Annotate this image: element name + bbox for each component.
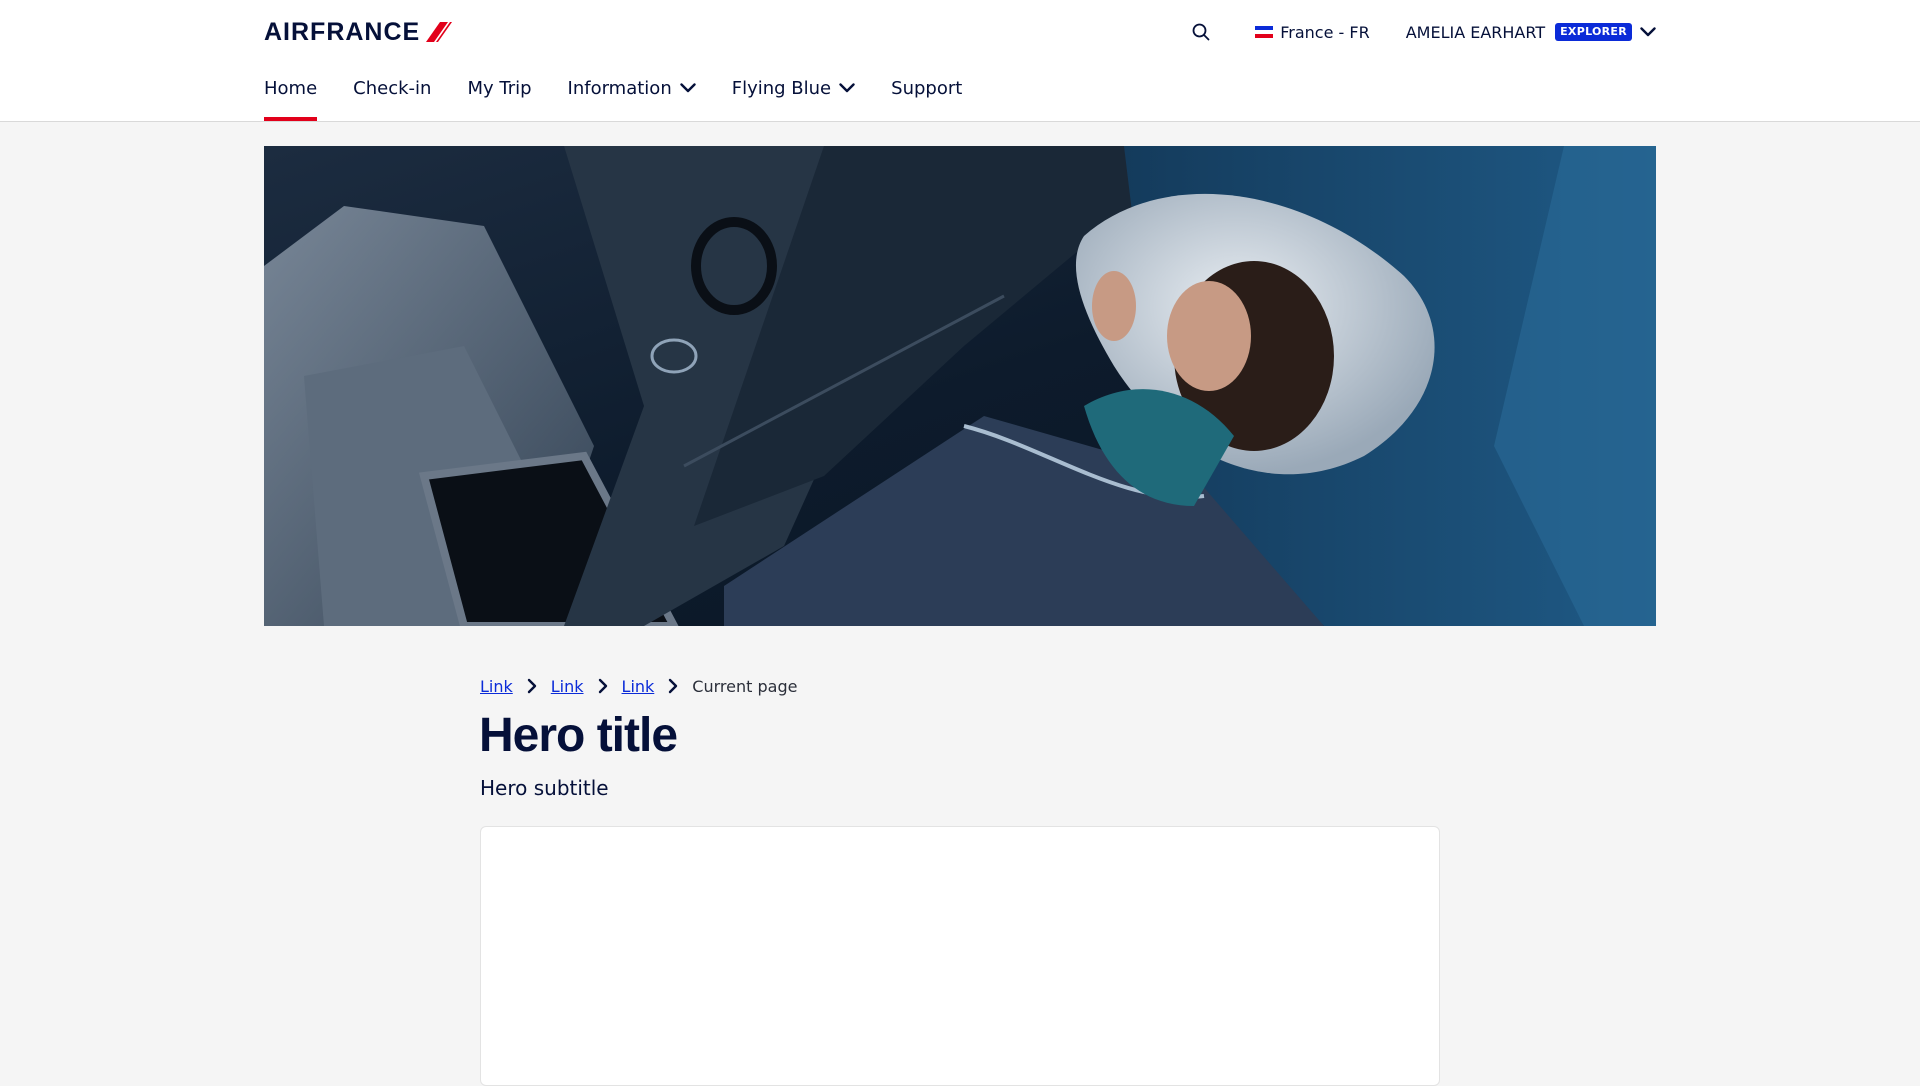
nav-item-home[interactable]: Home xyxy=(264,72,318,121)
nav-item-label: Check-in xyxy=(353,77,432,99)
breadcrumb-link[interactable]: Link xyxy=(480,677,513,696)
site-header: AIRFRANCE France - FR AMELIA EARHART EXP… xyxy=(0,0,1920,122)
nav-item-my-trip[interactable]: My Trip xyxy=(467,72,531,104)
nav-item-label: Flying Blue xyxy=(731,77,832,99)
flag-icon xyxy=(1255,26,1274,38)
search-icon xyxy=(1192,23,1210,41)
nav-item-label: Support xyxy=(891,77,963,99)
locale-label: France - FR xyxy=(1280,22,1370,42)
search-button[interactable] xyxy=(1185,16,1217,48)
breadcrumb: Link Link Link Current page xyxy=(480,674,797,698)
nav-item-flying-blue[interactable]: Flying Blue xyxy=(732,72,855,104)
tier-badge: EXPLORER xyxy=(1555,23,1632,41)
chevron-right-icon xyxy=(598,678,608,694)
chevron-right-icon xyxy=(527,678,537,694)
utility-bar: France - FR AMELIA EARHART EXPLORER xyxy=(1185,16,1656,48)
nav-item-label: Home xyxy=(264,77,318,99)
chevron-down-icon xyxy=(1640,27,1656,37)
chevron-down-icon xyxy=(680,83,696,93)
hero-illustration xyxy=(264,146,1656,626)
hero-image xyxy=(264,146,1656,626)
nav-item-label: My Trip xyxy=(467,77,532,99)
logo-wordmark: AIRFRANCE xyxy=(264,18,421,46)
user-name: AMELIA EARHART xyxy=(1405,22,1546,42)
main-nav: Home Check-in My Trip Information Flying… xyxy=(264,72,998,122)
airfrance-logo[interactable]: AIRFRANCE xyxy=(264,18,453,46)
page-subtitle: Hero subtitle xyxy=(480,776,609,800)
nav-item-label: Information xyxy=(567,77,672,99)
chevron-right-icon xyxy=(668,678,678,694)
logo-stripe-icon xyxy=(426,22,453,42)
breadcrumb-current: Current page xyxy=(692,676,798,696)
nav-item-check-in[interactable]: Check-in xyxy=(353,72,431,104)
breadcrumb-link[interactable]: Link xyxy=(551,677,584,696)
locale-selector[interactable]: France - FR xyxy=(1255,22,1370,42)
chevron-down-icon xyxy=(839,83,855,93)
content-card xyxy=(480,826,1440,1086)
page-title: Hero title xyxy=(479,709,678,762)
user-menu[interactable]: AMELIA EARHART EXPLORER xyxy=(1406,23,1656,42)
breadcrumb-link[interactable]: Link xyxy=(622,677,655,696)
nav-item-support[interactable]: Support xyxy=(891,72,962,104)
nav-item-information[interactable]: Information xyxy=(568,72,696,104)
